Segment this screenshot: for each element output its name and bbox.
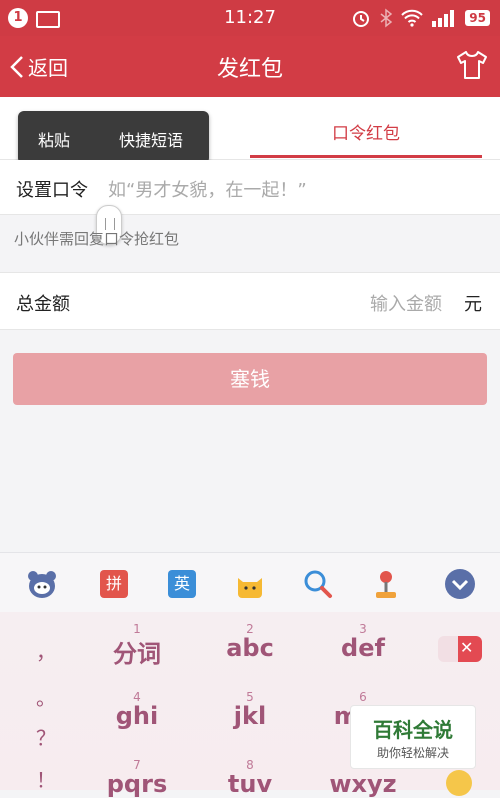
mascot-icon[interactable] [26, 568, 58, 600]
submit-money-button[interactable]: 塞钱 [13, 353, 487, 405]
watermark-subtitle: 助你轻松解决 [376, 746, 449, 760]
punct-key-exclaim[interactable]: ！ [36, 764, 56, 793]
english-mode-button[interactable]: 英 [168, 570, 196, 598]
alarm-icon [353, 11, 370, 27]
keyboard-toolbar: 拼 英 [0, 552, 500, 613]
punctuation-column: ， 。 ？ ！ [0, 612, 90, 793]
nav-bar: 返回 发红包 [0, 36, 500, 97]
password-row: 设置口令 如“男才女貌，在一起！” [0, 160, 500, 215]
amount-unit: 元 [464, 294, 482, 315]
emoji-key-icon[interactable] [446, 770, 472, 796]
status-bar: 1 11:27 95 [0, 0, 500, 36]
password-input[interactable]: 如“男才女貌，在一起！” [108, 176, 307, 202]
bluetooth-icon [380, 8, 393, 28]
password-label: 设置口令 [16, 180, 88, 201]
collapse-keyboard-icon[interactable] [444, 568, 476, 600]
key-5[interactable]: 5 jkl [195, 690, 305, 730]
tab-password-packet[interactable]: 口令红包 [250, 119, 482, 144]
joystick-icon[interactable] [370, 568, 402, 600]
paste-menu-item[interactable]: 粘贴 [38, 127, 70, 151]
quick-phrase-menu-item[interactable]: 快捷短语 [119, 127, 183, 151]
amount-label: 总金额 [16, 294, 70, 315]
wifi-icon [401, 9, 424, 27]
punct-key-period[interactable]: 。 [36, 682, 56, 711]
page-title: 发红包 [216, 57, 283, 82]
watermark-logo: 百科全说 助你轻松解决 [350, 705, 476, 769]
key-1[interactable]: 1 分词 [82, 622, 192, 669]
key-4[interactable]: 4 ghi [82, 690, 192, 730]
key-7[interactable]: 7 pqrs [82, 758, 192, 798]
amount-input[interactable]: 输入金额 [370, 290, 442, 316]
amount-row: 总金额 输入金额 元 [0, 272, 500, 330]
key-8[interactable]: 8 tuv [195, 758, 305, 798]
key-3[interactable]: 3 def [308, 622, 418, 662]
tshirt-icon[interactable] [456, 50, 488, 80]
tab-indicator [250, 155, 482, 158]
watermark-title: 百科全说 [373, 718, 453, 742]
signal-icon [432, 10, 455, 27]
battery-level: 95 [465, 10, 490, 26]
pinyin-mode-button[interactable]: 拼 [100, 570, 128, 598]
status-icons: 95 [351, 8, 490, 28]
key-2[interactable]: 2 abc [195, 622, 305, 662]
cat-icon[interactable] [234, 568, 266, 600]
punct-key-comma[interactable]: ， [36, 636, 56, 665]
delete-key[interactable]: ✕ [438, 636, 482, 662]
search-icon[interactable] [302, 568, 334, 600]
password-hint: 小伙伴需回复口令抢红包 [14, 230, 180, 248]
delete-x-icon: ✕ [460, 638, 474, 657]
punct-key-question[interactable]: ？ [36, 722, 56, 751]
text-context-menu: 粘贴 快捷短语 [18, 111, 209, 174]
